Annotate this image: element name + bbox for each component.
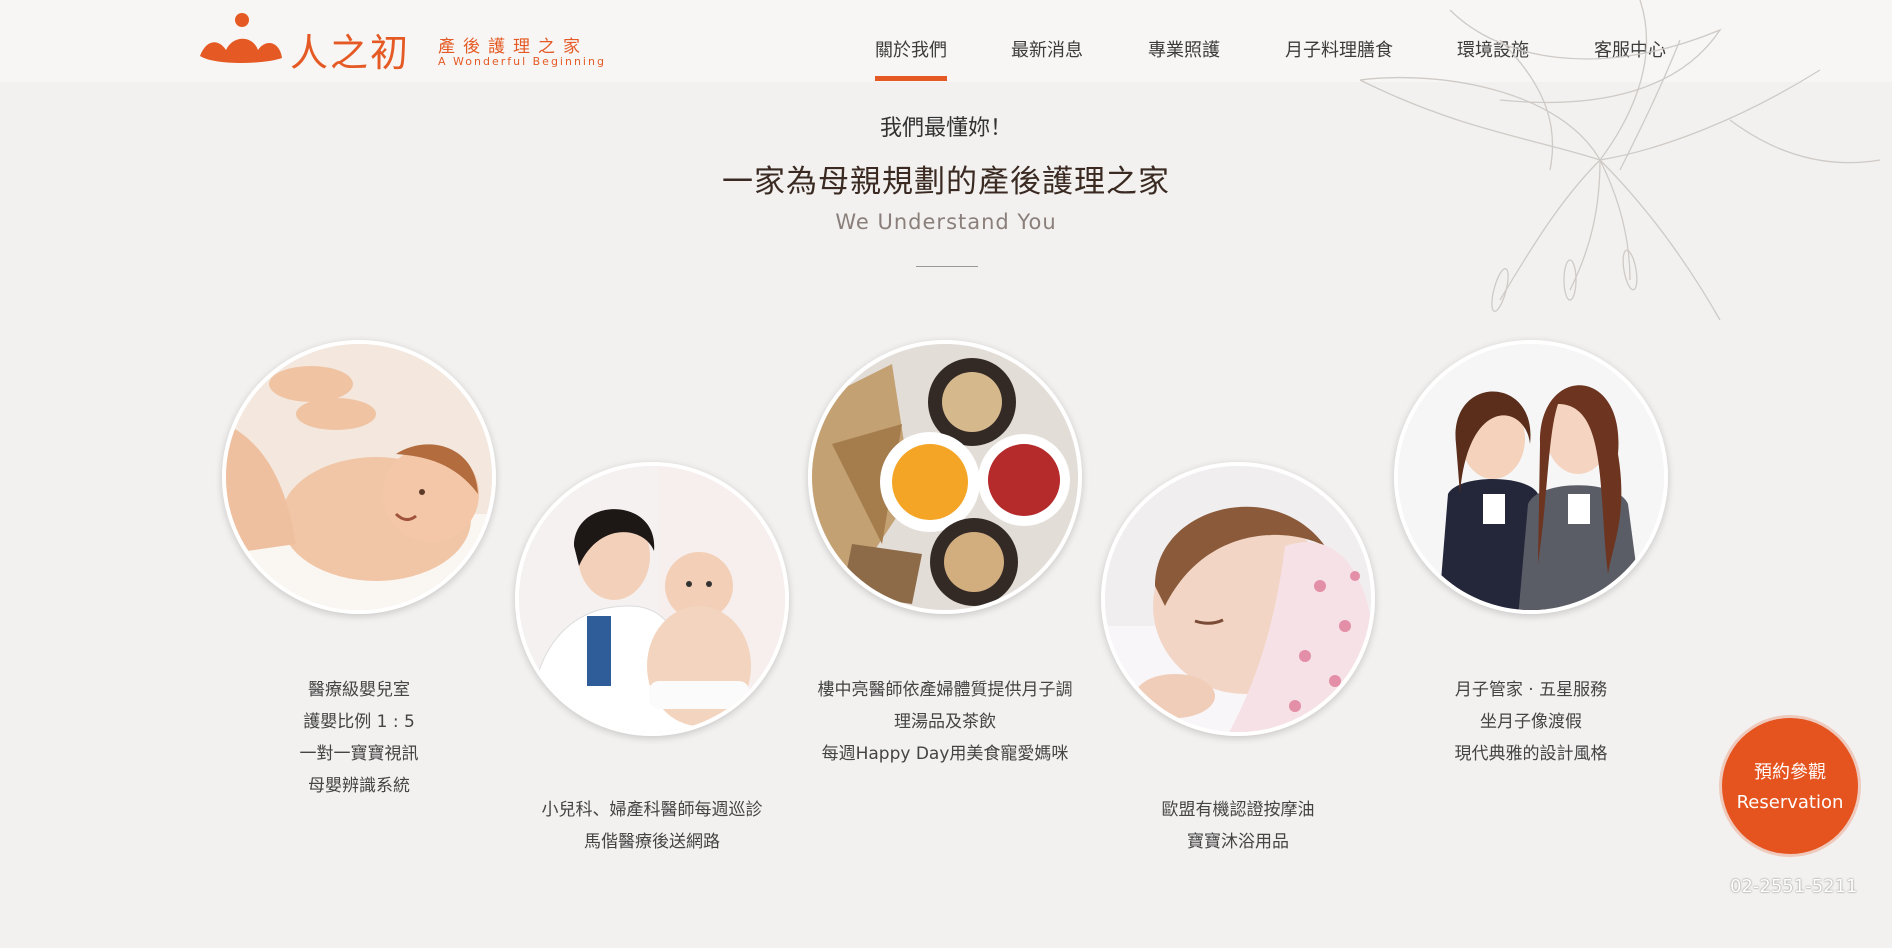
feature-caption-nursery: 醫療級嬰兒室 護嬰比例 1 : 5 一對一寶寶視訊 母嬰辨識系統 <box>199 674 519 802</box>
caption-line: 樓中亮醫師依產婦體質提供月子調 <box>817 680 1073 700</box>
logo-mark-icon <box>200 13 282 63</box>
nav-about[interactable]: 關於我們 <box>875 36 947 81</box>
caption-line: 馬偕醫療後送網路 <box>584 832 720 852</box>
page-headline: 一家為母親規劃的產後護理之家 <box>722 164 1170 200</box>
doctor-with-baby-photo <box>515 462 789 736</box>
baby-massage-photo <box>222 340 496 614</box>
logo-chinese-name: 人之初 <box>290 31 411 75</box>
caption-line: 月子管家 · 五星服務 <box>1454 680 1608 700</box>
english-subtitle: We Understand You <box>835 210 1057 234</box>
caption-line: 理湯品及茶飲 <box>894 712 996 732</box>
reservation-label-cn: 預約參觀 <box>1754 762 1826 783</box>
caption-line: 母嬰辨識系統 <box>308 776 410 796</box>
nav-professional-care[interactable]: 專業照護 <box>1148 36 1220 62</box>
feature-caption-service: 月子管家 · 五星服務 坐月子像渡假 現代典雅的設計風格 <box>1371 674 1691 770</box>
caption-line: 寶寶沐浴用品 <box>1187 832 1289 852</box>
caption-line: 一對一寶寶視訊 <box>299 744 419 764</box>
caption-line: 醫療級嬰兒室 <box>308 680 410 700</box>
section-divider <box>916 266 978 267</box>
tagline: 我們最懂妳！ <box>879 116 1012 141</box>
caption-line: 現代典雅的設計風格 <box>1454 744 1608 764</box>
feature-caption-doctors: 小兒科、婦產科醫師每週巡診 馬偕醫療後送網路 <box>492 794 812 858</box>
caption-line: 坐月子像渡假 <box>1480 712 1582 732</box>
feature-caption-meals: 樓中亮醫師依產婦體質提供月子調 理湯品及茶飲 每週Happy Day用美食寵愛媽… <box>785 674 1105 770</box>
reservation-label-en: Reservation <box>1736 792 1844 813</box>
reservation-button[interactable]: 預約參觀 Reservation <box>1722 718 1858 854</box>
caption-line: 歐盟有機認證按摩油 <box>1161 800 1315 820</box>
caption-line: 每週Happy Day用美食寵愛媽咪 <box>821 744 1069 764</box>
nav-news[interactable]: 最新消息 <box>1011 36 1083 62</box>
logo-subtitle: 產後護理之家 <box>438 37 588 57</box>
sleeping-baby-photo <box>1101 462 1375 736</box>
caption-line: 護嬰比例 1 : 5 <box>303 712 415 732</box>
logo-english-name: A Wonderful Beginning <box>438 55 606 68</box>
caption-line: 小兒科、婦產科醫師每週巡診 <box>541 800 763 820</box>
staff-photo <box>1394 340 1668 614</box>
herbal-ingredients-photo <box>808 340 1082 614</box>
phone-number[interactable]: 02-2551-5211 <box>1730 876 1858 897</box>
feature-caption-products: 歐盟有機認證按摩油 寶寶沐浴用品 <box>1078 794 1398 858</box>
